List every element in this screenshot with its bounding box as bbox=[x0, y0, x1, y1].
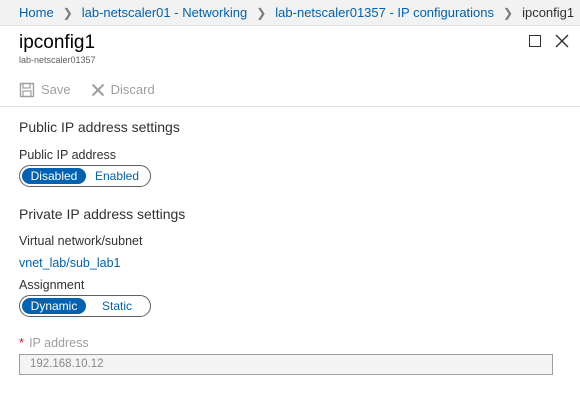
assignment-toggle: Dynamic Static bbox=[19, 295, 151, 317]
close-button[interactable] bbox=[553, 32, 571, 50]
breadcrumb: Home ❯ lab-netscaler01 - Networking ❯ la… bbox=[0, 0, 580, 26]
assignment-dynamic-option[interactable]: Dynamic bbox=[22, 298, 86, 314]
public-ip-disabled-option[interactable]: Disabled bbox=[22, 168, 86, 184]
assignment-static-option[interactable]: Static bbox=[86, 298, 148, 314]
chevron-right-icon: ❯ bbox=[256, 5, 267, 20]
public-ip-enabled-option[interactable]: Enabled bbox=[86, 168, 148, 184]
maximize-button[interactable] bbox=[526, 32, 544, 50]
discard-button[interactable]: Discard bbox=[91, 82, 155, 97]
page-title: ipconfig1 bbox=[19, 32, 96, 53]
save-icon bbox=[19, 82, 35, 97]
public-ip-label: Public IP address bbox=[19, 148, 117, 162]
save-button[interactable]: Save bbox=[19, 82, 71, 98]
subnet-link[interactable]: vnet_lab/sub_lab1 bbox=[19, 256, 120, 270]
public-ip-toggle: Disabled Enabled bbox=[19, 165, 151, 187]
breadcrumb-current: ipconfig1 bbox=[522, 5, 575, 20]
private-ip-section-title: Private IP address settings bbox=[19, 206, 186, 222]
ip-address-label: * IP address bbox=[19, 335, 89, 350]
subnet-label: Virtual network/subnet bbox=[19, 234, 143, 248]
ip-address-field[interactable]: 192.168.10.12 bbox=[19, 354, 553, 375]
breadcrumb-ip-configurations-link[interactable]: lab-netscaler01357 - IP configurations bbox=[275, 5, 494, 20]
discard-label: Discard bbox=[110, 82, 155, 97]
breadcrumb-home-link[interactable]: Home bbox=[19, 5, 54, 20]
chevron-right-icon: ❯ bbox=[62, 5, 73, 20]
assignment-label: Assignment bbox=[19, 278, 85, 292]
public-ip-section-title: Public IP address settings bbox=[19, 119, 180, 135]
blade-header: ipconfig1 lab-netscaler01357 bbox=[0, 26, 580, 68]
breadcrumb-networking-link[interactable]: lab-netscaler01 - Networking bbox=[82, 5, 247, 20]
ip-address-label-text: IP address bbox=[29, 335, 89, 350]
command-bar: Save Discard bbox=[0, 73, 580, 107]
chevron-right-icon: ❯ bbox=[503, 5, 514, 20]
page-subtitle: lab-netscaler01357 bbox=[19, 55, 96, 65]
discard-icon bbox=[91, 83, 104, 96]
save-label: Save bbox=[41, 82, 71, 97]
required-icon: * bbox=[19, 335, 25, 350]
maximize-icon bbox=[529, 35, 541, 47]
close-icon bbox=[555, 34, 569, 48]
